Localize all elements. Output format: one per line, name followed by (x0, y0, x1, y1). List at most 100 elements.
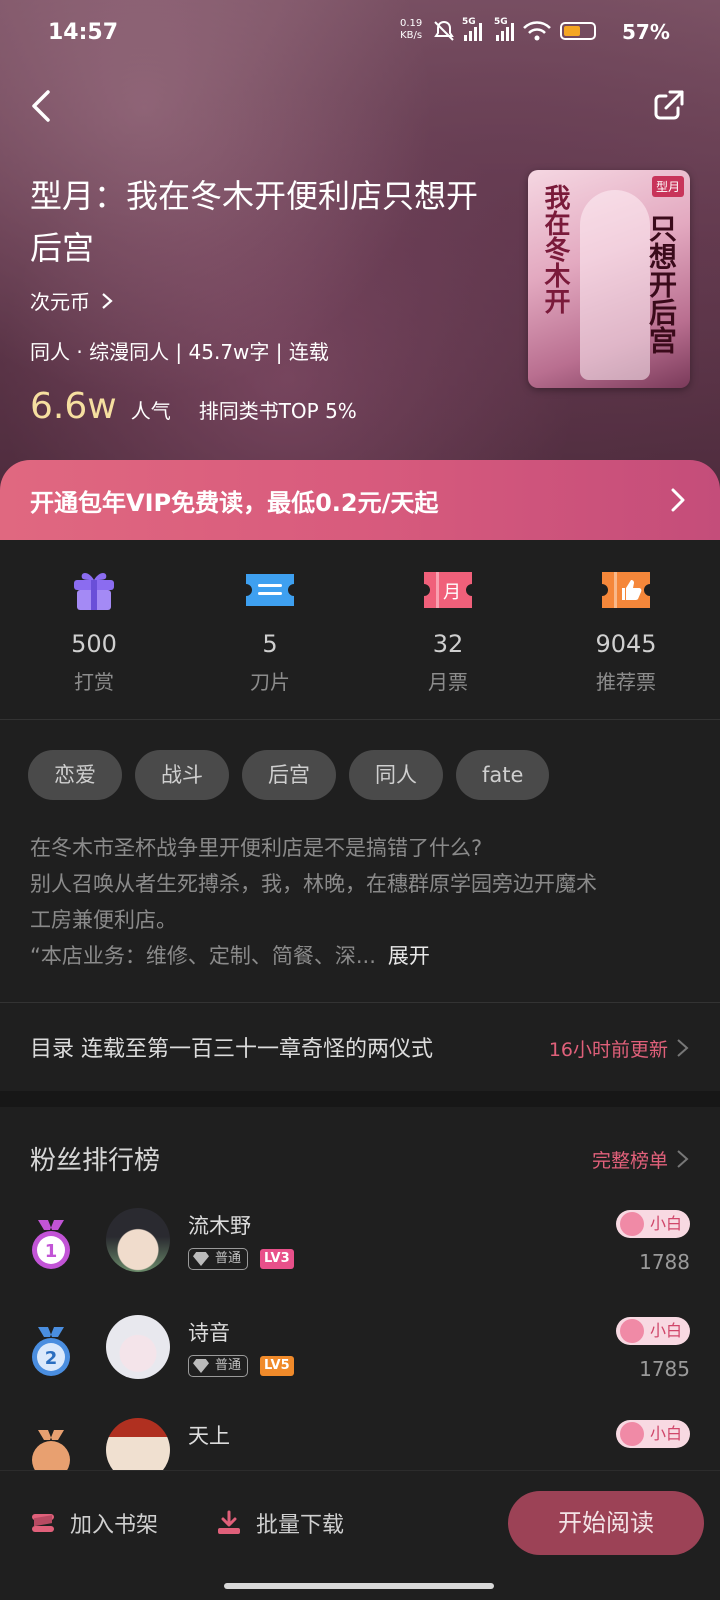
stat-value: 5 (262, 630, 278, 658)
mute-bell-icon (434, 20, 454, 41)
tag-chip[interactable]: 同人 (349, 750, 443, 800)
description-line: “本店业务：维修、定制、简餐、深... 展开 (30, 938, 690, 974)
recommend-ticket-icon (602, 572, 650, 608)
stat-label: 打赏 (74, 670, 114, 694)
status-icons: 5G 5G (432, 17, 596, 42)
batch-download-label: 批量下载 (256, 1513, 345, 1538)
description-line: 别人召唤从者生死搏杀，我，林晚，在穗群原学园旁边开魔术 (30, 872, 597, 896)
stat-label: 刀片 (250, 670, 290, 694)
expand-button[interactable]: 展开 (388, 944, 430, 968)
book-title: 型月：我在冬木开便利店只想开后宫 (30, 177, 479, 267)
stat-value: 32 (432, 630, 464, 658)
rank-number: 2 (45, 1348, 58, 1369)
stat-value: 9045 (595, 630, 657, 658)
bottom-action-bar: 加入书架 批量下载 开始阅读 (0, 1470, 720, 1600)
battery-percent: 57% (622, 20, 670, 44)
fan-row[interactable]: 2 诗音 普通 LV5 小白 1785 (0, 1303, 720, 1393)
section-gap (0, 1091, 720, 1107)
rank-medal-icon (32, 1430, 70, 1470)
popularity-row: 6.6w 人气 排同类书TOP 5% (30, 386, 357, 427)
fan-name: 诗音 (188, 1321, 230, 1345)
tag-chip[interactable]: 恋爱 (28, 750, 122, 800)
description-line: 在冬木市圣杯战争里开便利店是不是搞错了什么? (30, 836, 483, 860)
popularity-value: 6.6w (30, 386, 117, 427)
signal-1-icon: 5G (462, 17, 482, 41)
description-line: 工房兼便利店。 (30, 908, 177, 932)
chevron-right-icon (671, 488, 685, 512)
chevron-right-icon (677, 1039, 689, 1057)
download-icon (218, 1510, 240, 1534)
add-to-shelf-label: 加入书架 (70, 1513, 159, 1538)
network-2-label: 5G (494, 17, 508, 27)
stat-value: 500 (71, 630, 117, 658)
toc-update-time: 16小时前更新 (548, 1039, 668, 1061)
rank-medal-icon: 2 (32, 1327, 70, 1376)
stat-monthly[interactable]: 月 32 月票 (358, 568, 538, 695)
home-indicator[interactable] (224, 1583, 494, 1589)
fan-title-tag: 小白 (615, 1317, 690, 1345)
fan-title-tag: 小白 (615, 1420, 690, 1448)
fan-score: 1785 (639, 1357, 690, 1381)
stats-row: 500 打赏 5 刀片 月 32 月票 9045 推荐票 (0, 540, 720, 720)
fan-badges: 普通 LV3 (188, 1248, 294, 1270)
tag-chip[interactable]: 后宫 (242, 750, 336, 800)
speed-value: 0.19 (400, 18, 423, 29)
rank-text: 排同类书TOP 5% (198, 399, 357, 423)
status-bar: 14:57 0.19 KB/s 5G 5G 57% (0, 0, 720, 64)
author-name: 次元币 (30, 290, 90, 314)
stat-gift[interactable]: 500 打赏 (4, 568, 184, 695)
add-to-shelf-button[interactable]: 加入书架 (30, 1507, 158, 1539)
tag-chip[interactable]: fate (456, 750, 550, 800)
book-description[interactable]: 在冬木市圣杯战争里开便利店是不是搞错了什么? 别人召唤从者生死搏杀，我，林晚，在… (30, 830, 690, 974)
description-snippet: “本店业务：维修、定制、简餐、深... (30, 944, 376, 968)
stat-label: 推荐票 (596, 670, 656, 694)
cover-right-text: 只想开后宫 (645, 214, 678, 354)
fan-name: 天上 (188, 1424, 230, 1448)
fan-title-tag: 小白 (615, 1210, 690, 1238)
share-icon[interactable] (648, 86, 688, 126)
fan-row[interactable]: 天上 小白 (0, 1406, 720, 1470)
fan-row[interactable]: 1 流木野 普通 LV3 小白 1788 (0, 1196, 720, 1286)
chevron-right-icon (102, 292, 113, 309)
level-badge: LV5 (260, 1356, 294, 1376)
chevron-right-icon (677, 1150, 689, 1168)
batch-download-button[interactable]: 批量下载 (216, 1507, 344, 1539)
cover-tag: 型月 (651, 176, 684, 197)
gift-icon (74, 573, 114, 610)
popularity-label: 人气 (130, 399, 171, 423)
status-time: 14:57 (48, 20, 119, 45)
avatar[interactable] (106, 1418, 170, 1470)
stat-recommend[interactable]: 9045 推荐票 (536, 568, 716, 695)
network-1-label: 5G (462, 17, 476, 27)
signal-2-icon: 5G (494, 17, 514, 41)
fan-badges: 普通 LV5 (188, 1355, 294, 1377)
avatar[interactable] (106, 1315, 170, 1379)
ticket-blade-icon (246, 574, 294, 606)
vip-banner[interactable]: 开通包年VIP免费读，最低0.2元/天起 (0, 460, 720, 540)
vip-banner-text: 开通包年VIP免费读，最低0.2元/天起 (30, 488, 439, 517)
toc-text: 目录 连载至第一百三十一章奇怪的两仪式 (30, 1037, 433, 1062)
table-of-contents-row[interactable]: 目录 连载至第一百三十一章奇怪的两仪式 16小时前更新 (0, 1003, 720, 1091)
book-cover[interactable]: 我在冬木开 只想开后宫 型月 (528, 170, 690, 388)
fan-name: 流木野 (188, 1214, 251, 1238)
monthly-glyph: 月 (443, 582, 461, 603)
level-badge: LV3 (260, 1249, 294, 1269)
network-speed: 0.19 KB/s (400, 18, 422, 42)
battery-icon (560, 22, 596, 40)
rank-medal-icon: 1 (32, 1220, 70, 1269)
author-link[interactable]: 次元币 (30, 286, 114, 315)
monthly-ticket-icon: 月 (424, 572, 472, 608)
full-ranking-link[interactable]: 完整榜单 (592, 1146, 668, 1173)
fans-ranking-title: 粉丝排行榜 (30, 1146, 161, 1176)
normal-badge: 普通 (188, 1355, 249, 1377)
stat-blade[interactable]: 5 刀片 (180, 568, 360, 695)
start-reading-button[interactable]: 开始阅读 (508, 1491, 704, 1555)
normal-badge: 普通 (188, 1248, 249, 1270)
tag-list: 恋爱 战斗 后宫 同人 fate (28, 750, 550, 800)
book-meta: 同人 · 综漫同人 | 45.7w字 | 连载 (30, 340, 329, 364)
back-arrow-icon[interactable] (24, 86, 64, 126)
bookshelf-icon (32, 1514, 54, 1532)
cover-figure (580, 190, 650, 380)
avatar[interactable] (106, 1208, 170, 1272)
tag-chip[interactable]: 战斗 (135, 750, 229, 800)
